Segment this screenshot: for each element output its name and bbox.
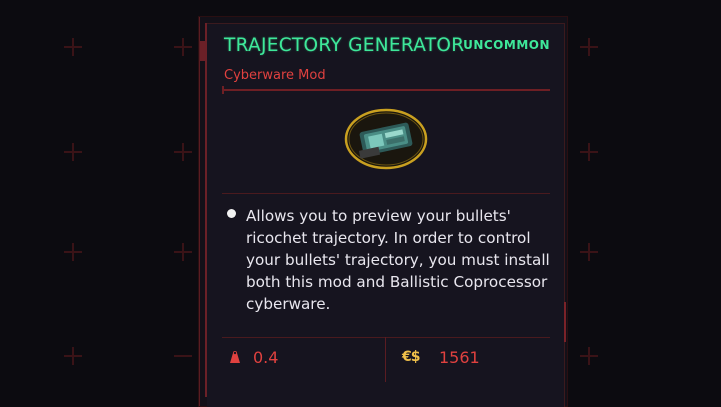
crosshair-marker <box>580 243 598 261</box>
item-description: Allows you to preview your bullets' rico… <box>246 207 550 313</box>
section-divider <box>222 193 550 194</box>
crosshair-marker <box>64 243 82 261</box>
frame-accent <box>564 302 566 342</box>
footer-separator <box>385 337 386 382</box>
crosshair-marker <box>580 38 598 56</box>
crosshair-marker <box>64 347 82 365</box>
footer-divider <box>222 337 550 338</box>
tooltip-left-bar <box>199 17 212 406</box>
item-type: Cyberware Mod <box>224 68 326 83</box>
cyberware-chip-icon <box>344 108 428 170</box>
crosshair-marker <box>580 143 598 161</box>
crosshair-marker <box>174 38 192 56</box>
crosshair-marker <box>174 143 192 161</box>
item-name: TRAJECTORY GENERATOR <box>224 35 465 56</box>
crosshair-marker <box>64 143 82 161</box>
eurodollar-icon: €$ <box>402 349 421 365</box>
crosshair-marker <box>174 243 192 261</box>
item-price: 1561 <box>439 348 480 367</box>
item-weight: 0.4 <box>253 348 279 367</box>
header-divider <box>222 86 550 94</box>
crosshair-marker <box>64 38 82 56</box>
item-rarity: UNCOMMON <box>463 38 550 52</box>
crosshair-marker <box>580 347 598 365</box>
bullet-point <box>227 209 236 218</box>
weight-icon <box>230 351 240 363</box>
